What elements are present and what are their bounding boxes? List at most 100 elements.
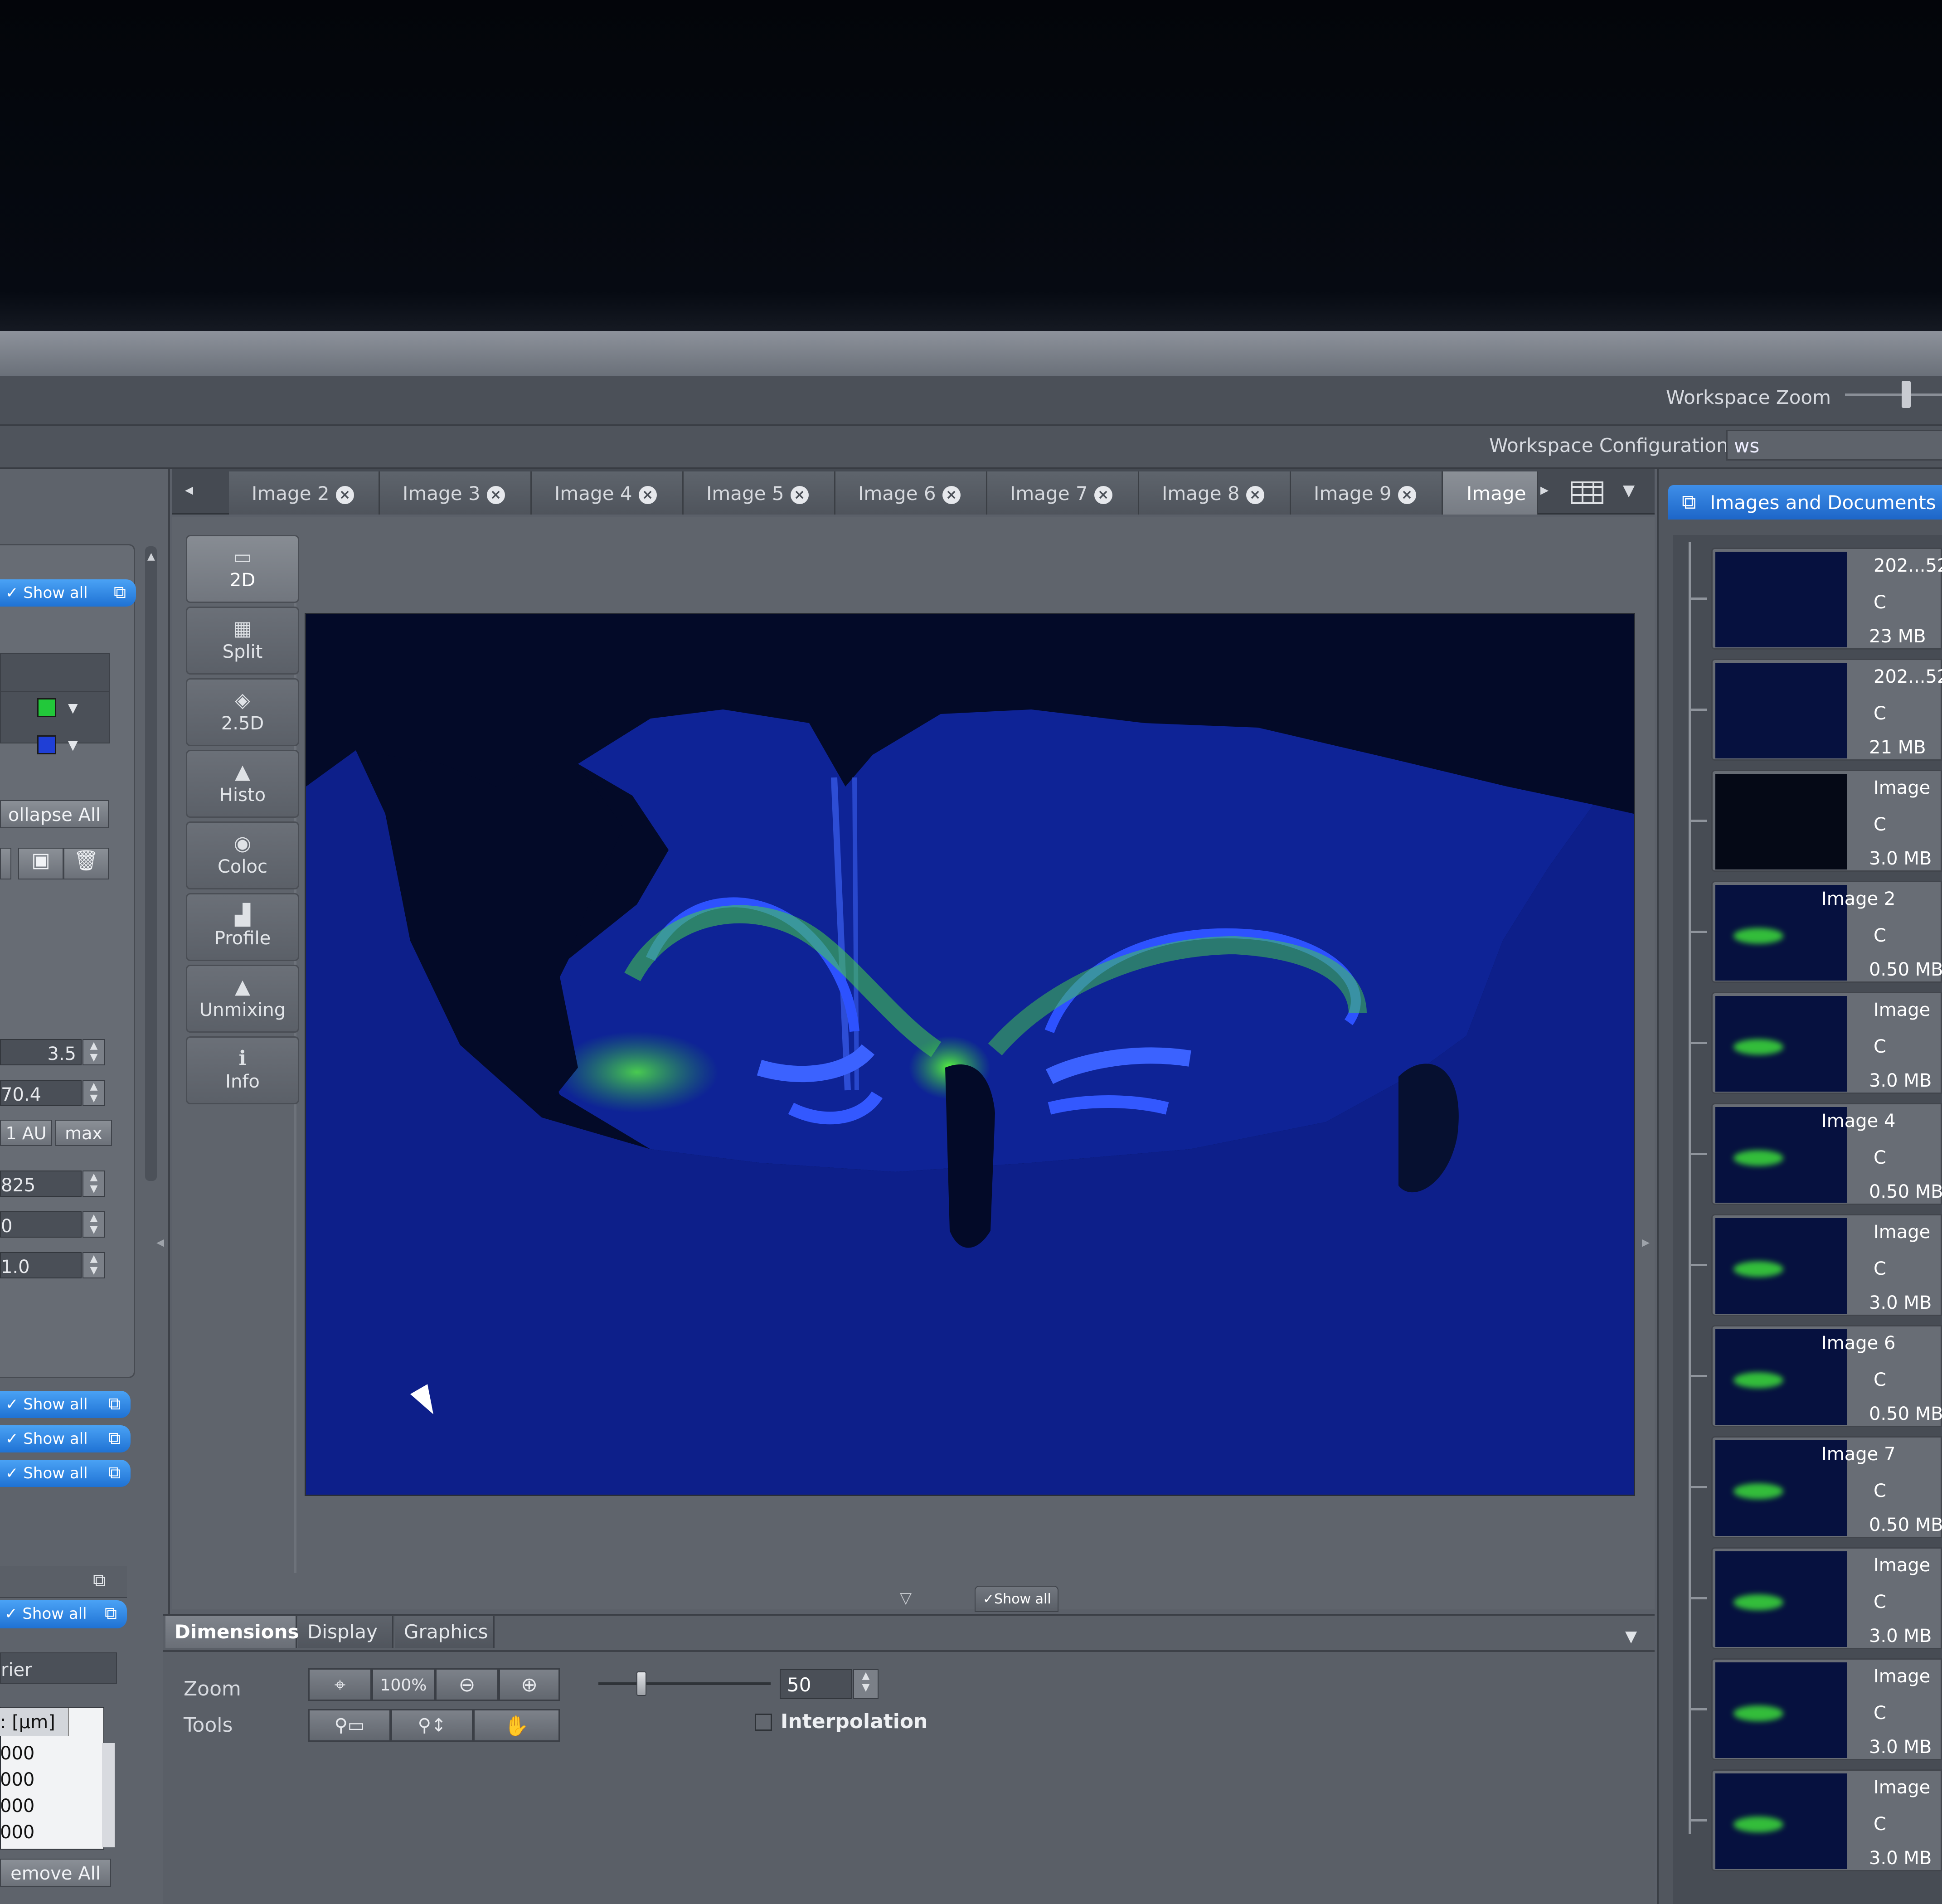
document-thumbnail[interactable]: Image C 3.0 MB: [1711, 1214, 1942, 1316]
collapse-left-panel-icon[interactable]: ◂: [156, 1233, 164, 1251]
document-thumbnail[interactable]: Image C 3.0 MB: [1711, 770, 1942, 872]
stepper-arrows-icon[interactable]: ▲ ▼: [83, 1080, 105, 1106]
tab-image-3[interactable]: Image 3 ×: [380, 471, 532, 515]
blue-channel-color-swatch[interactable]: [37, 735, 56, 754]
close-icon[interactable]: ×: [1246, 486, 1264, 504]
stepper-arrows-icon[interactable]: ▲ ▼: [83, 1211, 105, 1238]
popout-icon[interactable]: ⧉: [105, 1603, 117, 1623]
fit-to-window-icon[interactable]: ⌖: [308, 1668, 372, 1701]
coloc-view-button[interactable]: ◉ Coloc: [186, 821, 299, 889]
show-all-toggle[interactable]: ✓ Show all ⧉: [0, 1425, 131, 1452]
stepper-arrows-icon[interactable]: ▲ ▼: [83, 1039, 105, 1065]
tab-image-8[interactable]: Image 8 ×: [1139, 471, 1291, 515]
offset-value-field[interactable]: 0: [0, 1211, 82, 1238]
show-all-toggle[interactable]: ✓ Show all ⧉: [0, 1600, 127, 1628]
popout-icon[interactable]: ⧉: [108, 1462, 121, 1483]
document-thumbnail[interactable]: Image 2 C 0.50 MB: [1711, 881, 1942, 983]
trash-icon[interactable]: 🗑: [63, 848, 109, 879]
one-au-button[interactable]: 1 AU: [0, 1120, 52, 1146]
zoom-in-icon[interactable]: ⊕: [499, 1668, 560, 1701]
pan-hand-icon[interactable]: ✋: [473, 1709, 560, 1742]
zoom-box-tool-icon[interactable]: ⚲▭: [308, 1709, 391, 1742]
chevron-down-icon[interactable]: ▼: [1623, 481, 1635, 500]
list-scrollbar[interactable]: [102, 1743, 115, 1847]
workspace-configuration-field[interactable]: ws: [1726, 430, 1942, 461]
max-button[interactable]: max: [55, 1120, 112, 1146]
document-thumbnail[interactable]: Image C 3.0 MB: [1711, 1547, 1942, 1649]
2-5d-view-button[interactable]: ◈ 2.5D: [186, 678, 299, 746]
close-icon[interactable]: ×: [335, 486, 354, 504]
popout-icon[interactable]: ⧉: [108, 1394, 121, 1414]
document-thumbnail[interactable]: 202...52 C 21 MB: [1711, 659, 1942, 761]
left-truncated-button[interactable]: [0, 848, 11, 879]
unmixing-view-button[interactable]: ▲ Unmixing: [186, 965, 299, 1033]
stepper-arrows-icon[interactable]: ▲ ▼: [853, 1669, 879, 1699]
close-icon[interactable]: ×: [638, 486, 657, 504]
workspace-zoom-slider[interactable]: [1845, 393, 1942, 396]
stepper-arrows-icon[interactable]: ▲ ▼: [83, 1171, 105, 1197]
document-thumbnail[interactable]: 202...52 C 23 MB: [1711, 548, 1942, 650]
document-thumbnail[interactable]: Image 7 C 0.50 MB: [1711, 1436, 1942, 1538]
left-panel-scrollbar[interactable]: [145, 546, 157, 1181]
show-all-toggle[interactable]: ✓ Show all ⧉: [0, 1460, 131, 1487]
tab-scroll-right-icon[interactable]: ▸: [1540, 481, 1549, 499]
tab-graphics[interactable]: Graphics: [395, 1616, 495, 1648]
close-icon[interactable]: ×: [1398, 486, 1416, 504]
save-icon[interactable]: ▣: [18, 848, 63, 879]
tab-image-4[interactable]: Image 4 ×: [532, 471, 684, 515]
popout-icon[interactable]: ⧉: [114, 582, 126, 602]
interpolation-checkbox[interactable]: [755, 1714, 772, 1731]
pinhole-value-field[interactable]: 3.5: [0, 1039, 82, 1065]
workspace-zoom-slider-thumb[interactable]: [1902, 381, 1911, 408]
gallery-grid-icon[interactable]: [1571, 481, 1603, 504]
microscopy-image-canvas[interactable]: [305, 613, 1635, 1496]
tab-image-7[interactable]: Image 7 ×: [987, 471, 1139, 515]
value-field-70-4[interactable]: 70.4: [0, 1080, 82, 1106]
show-all-toggle[interactable]: ✓Show all: [975, 1586, 1058, 1612]
chevron-down-icon[interactable]: ▼: [68, 738, 78, 753]
close-icon[interactable]: ×: [486, 486, 505, 504]
chevron-down-icon[interactable]: ▼: [68, 700, 78, 715]
collapse-arrow-icon[interactable]: ▽: [900, 1589, 912, 1607]
gain-value-field[interactable]: 825: [0, 1171, 82, 1197]
tab-image-9[interactable]: Image 9 ×: [1291, 471, 1443, 515]
tab-scroll-left-icon[interactable]: ◂: [185, 481, 193, 499]
remove-all-button[interactable]: emove All: [0, 1859, 111, 1887]
document-thumbnail[interactable]: Image C 3.0 MB: [1711, 1658, 1942, 1760]
list-item[interactable]: 000: [0, 1796, 34, 1817]
close-icon[interactable]: ×: [1094, 486, 1112, 504]
list-item[interactable]: 000: [0, 1822, 34, 1843]
popout-icon[interactable]: ⧉: [93, 1570, 106, 1591]
tab-image-2[interactable]: Image 2 ×: [229, 471, 380, 515]
histo-view-button[interactable]: ▲ Histo: [186, 750, 299, 818]
zoom-slider[interactable]: [598, 1671, 771, 1696]
stepper-arrows-icon[interactable]: ▲ ▼: [83, 1252, 105, 1278]
close-icon[interactable]: ×: [790, 486, 809, 504]
document-thumbnail[interactable]: Image 4 C 0.50 MB: [1711, 1103, 1942, 1205]
green-channel-color-swatch[interactable]: [37, 698, 56, 717]
popout-icon[interactable]: ⧉: [108, 1428, 121, 1448]
tab-display[interactable]: Display: [298, 1616, 393, 1648]
document-thumbnail[interactable]: Image 6 C 0.50 MB: [1711, 1325, 1942, 1427]
tab-image-6[interactable]: Image 6 ×: [835, 471, 987, 515]
document-thumbnail[interactable]: Image C 3.0 MB: [1711, 1769, 1942, 1871]
zoom-drag-tool-icon[interactable]: ⚲↕: [391, 1709, 473, 1742]
digital-gain-value-field[interactable]: 1.0: [0, 1252, 82, 1278]
collapse-all-button[interactable]: ollapse All: [0, 800, 109, 828]
collapse-right-panel-icon[interactable]: ▸: [1642, 1233, 1650, 1251]
document-thumbnail[interactable]: Image C 3.0 MB: [1711, 992, 1942, 1094]
profile-view-button[interactable]: ▟ Profile: [186, 893, 299, 961]
close-icon[interactable]: ×: [942, 486, 961, 504]
images-and-documents-header[interactable]: ⧉ Images and Documents: [1668, 485, 1942, 520]
show-all-toggle[interactable]: ✓ Show all ⧉: [0, 1391, 131, 1418]
list-item[interactable]: 000: [0, 1743, 34, 1764]
split-view-button[interactable]: ▦ Split: [186, 607, 299, 675]
zoom-slider-thumb[interactable]: [636, 1671, 646, 1696]
chevron-down-icon[interactable]: ▼: [1625, 1627, 1637, 1646]
zoom-out-icon[interactable]: ⊖: [435, 1668, 499, 1701]
tab-dimensions[interactable]: Dimensions: [165, 1616, 299, 1648]
2d-view-button[interactable]: ▭ 2D: [186, 535, 299, 603]
tab-image-5[interactable]: Image 5 ×: [684, 471, 835, 515]
scroll-up-arrow-icon[interactable]: ▲: [147, 551, 155, 569]
zoom-value-field[interactable]: 50: [780, 1669, 852, 1699]
